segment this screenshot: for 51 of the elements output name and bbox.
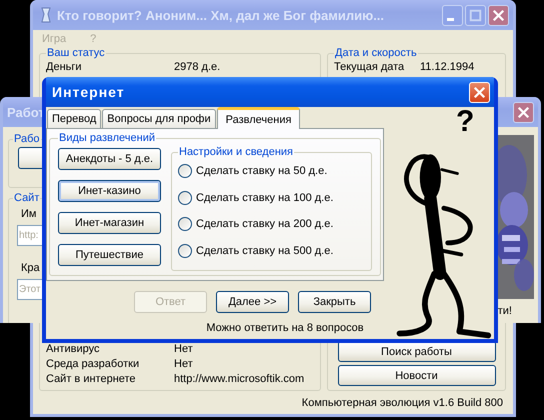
group-title: Сайт: [13, 192, 40, 204]
stat-label: Среда разработки: [46, 358, 140, 370]
field-label: Им: [21, 208, 36, 222]
stat-value: http://www.microsoftik.com: [174, 372, 304, 384]
option-label: Сделать ставку на 100 д.е.: [196, 192, 334, 204]
action-button[interactable]: Поиск работы: [338, 341, 496, 362]
radio-button[interactable]: [178, 190, 192, 205]
tab[interactable]: Вопросы для профи: [102, 109, 216, 128]
dialog-button[interactable]: Далее >>: [216, 291, 289, 313]
note-text: Можно ответить на 8 вопросов: [206, 322, 364, 334]
window-title: Кто говорит? Аноним... Хм, дал же Бог фамилию...: [57, 8, 384, 22]
stat-value: Нет: [174, 342, 193, 354]
entertainment-button[interactable]: Путешествие: [58, 244, 161, 266]
group-title: Настройки и сведения: [178, 146, 294, 158]
stat-value: Нет: [174, 358, 193, 370]
app-icon: [40, 7, 52, 23]
input-field[interactable]: http:: [17, 225, 42, 246]
question-mark: ?: [456, 107, 474, 137]
stat-value: 2978 д.е.: [174, 60, 220, 72]
date-value: 11.12.1994: [420, 60, 474, 72]
entertainment-button[interactable]: Анекдоты - 5 д.е.: [58, 148, 161, 170]
stat-label: Сайт в интернете: [46, 372, 137, 384]
option-label: Сделать ставку на 50 д.е.: [196, 165, 328, 178]
close-button[interactable]: [513, 102, 534, 122]
tab[interactable]: Перевод: [47, 109, 102, 128]
caption-text: ти!: [498, 305, 512, 317]
stat-label: Деньги: [46, 60, 83, 72]
close-button[interactable]: [488, 4, 509, 26]
dialog-button[interactable]: Закрыть: [298, 291, 371, 313]
minimize-icon: [447, 18, 454, 20]
date-label: Текущая дата: [334, 60, 406, 72]
action-button[interactable]: Новости: [338, 365, 496, 386]
group-title: Ваш статус: [46, 47, 106, 59]
input-field[interactable]: Этот: [17, 279, 42, 300]
tab[interactable]: Развлечения: [216, 107, 300, 129]
radio-button[interactable]: [178, 217, 192, 232]
group-title: Виды развлечений: [58, 132, 156, 144]
entertainment-button[interactable]: Инет-казино: [58, 180, 161, 202]
group-title: Дата и скорость: [334, 47, 418, 59]
radio-button[interactable]: [178, 164, 192, 178]
group-title: Рабо: [13, 133, 41, 145]
window-title: Интернет: [52, 84, 125, 100]
radio-button[interactable]: [178, 244, 192, 258]
work-button[interactable]: [18, 147, 42, 169]
window-title: Работ: [7, 104, 45, 120]
status-text: Компьютерная эволюция v1.6 Build 800: [302, 397, 503, 409]
entertainment-button[interactable]: Инет-магазин: [58, 212, 161, 234]
field-label: Кра: [21, 262, 40, 276]
option-label: Сделать ставку на 500 д.е.: [196, 244, 334, 257]
stat-label: Антивирус: [46, 342, 100, 354]
option-label: Сделать ставку на 200 д.е.: [196, 218, 334, 230]
